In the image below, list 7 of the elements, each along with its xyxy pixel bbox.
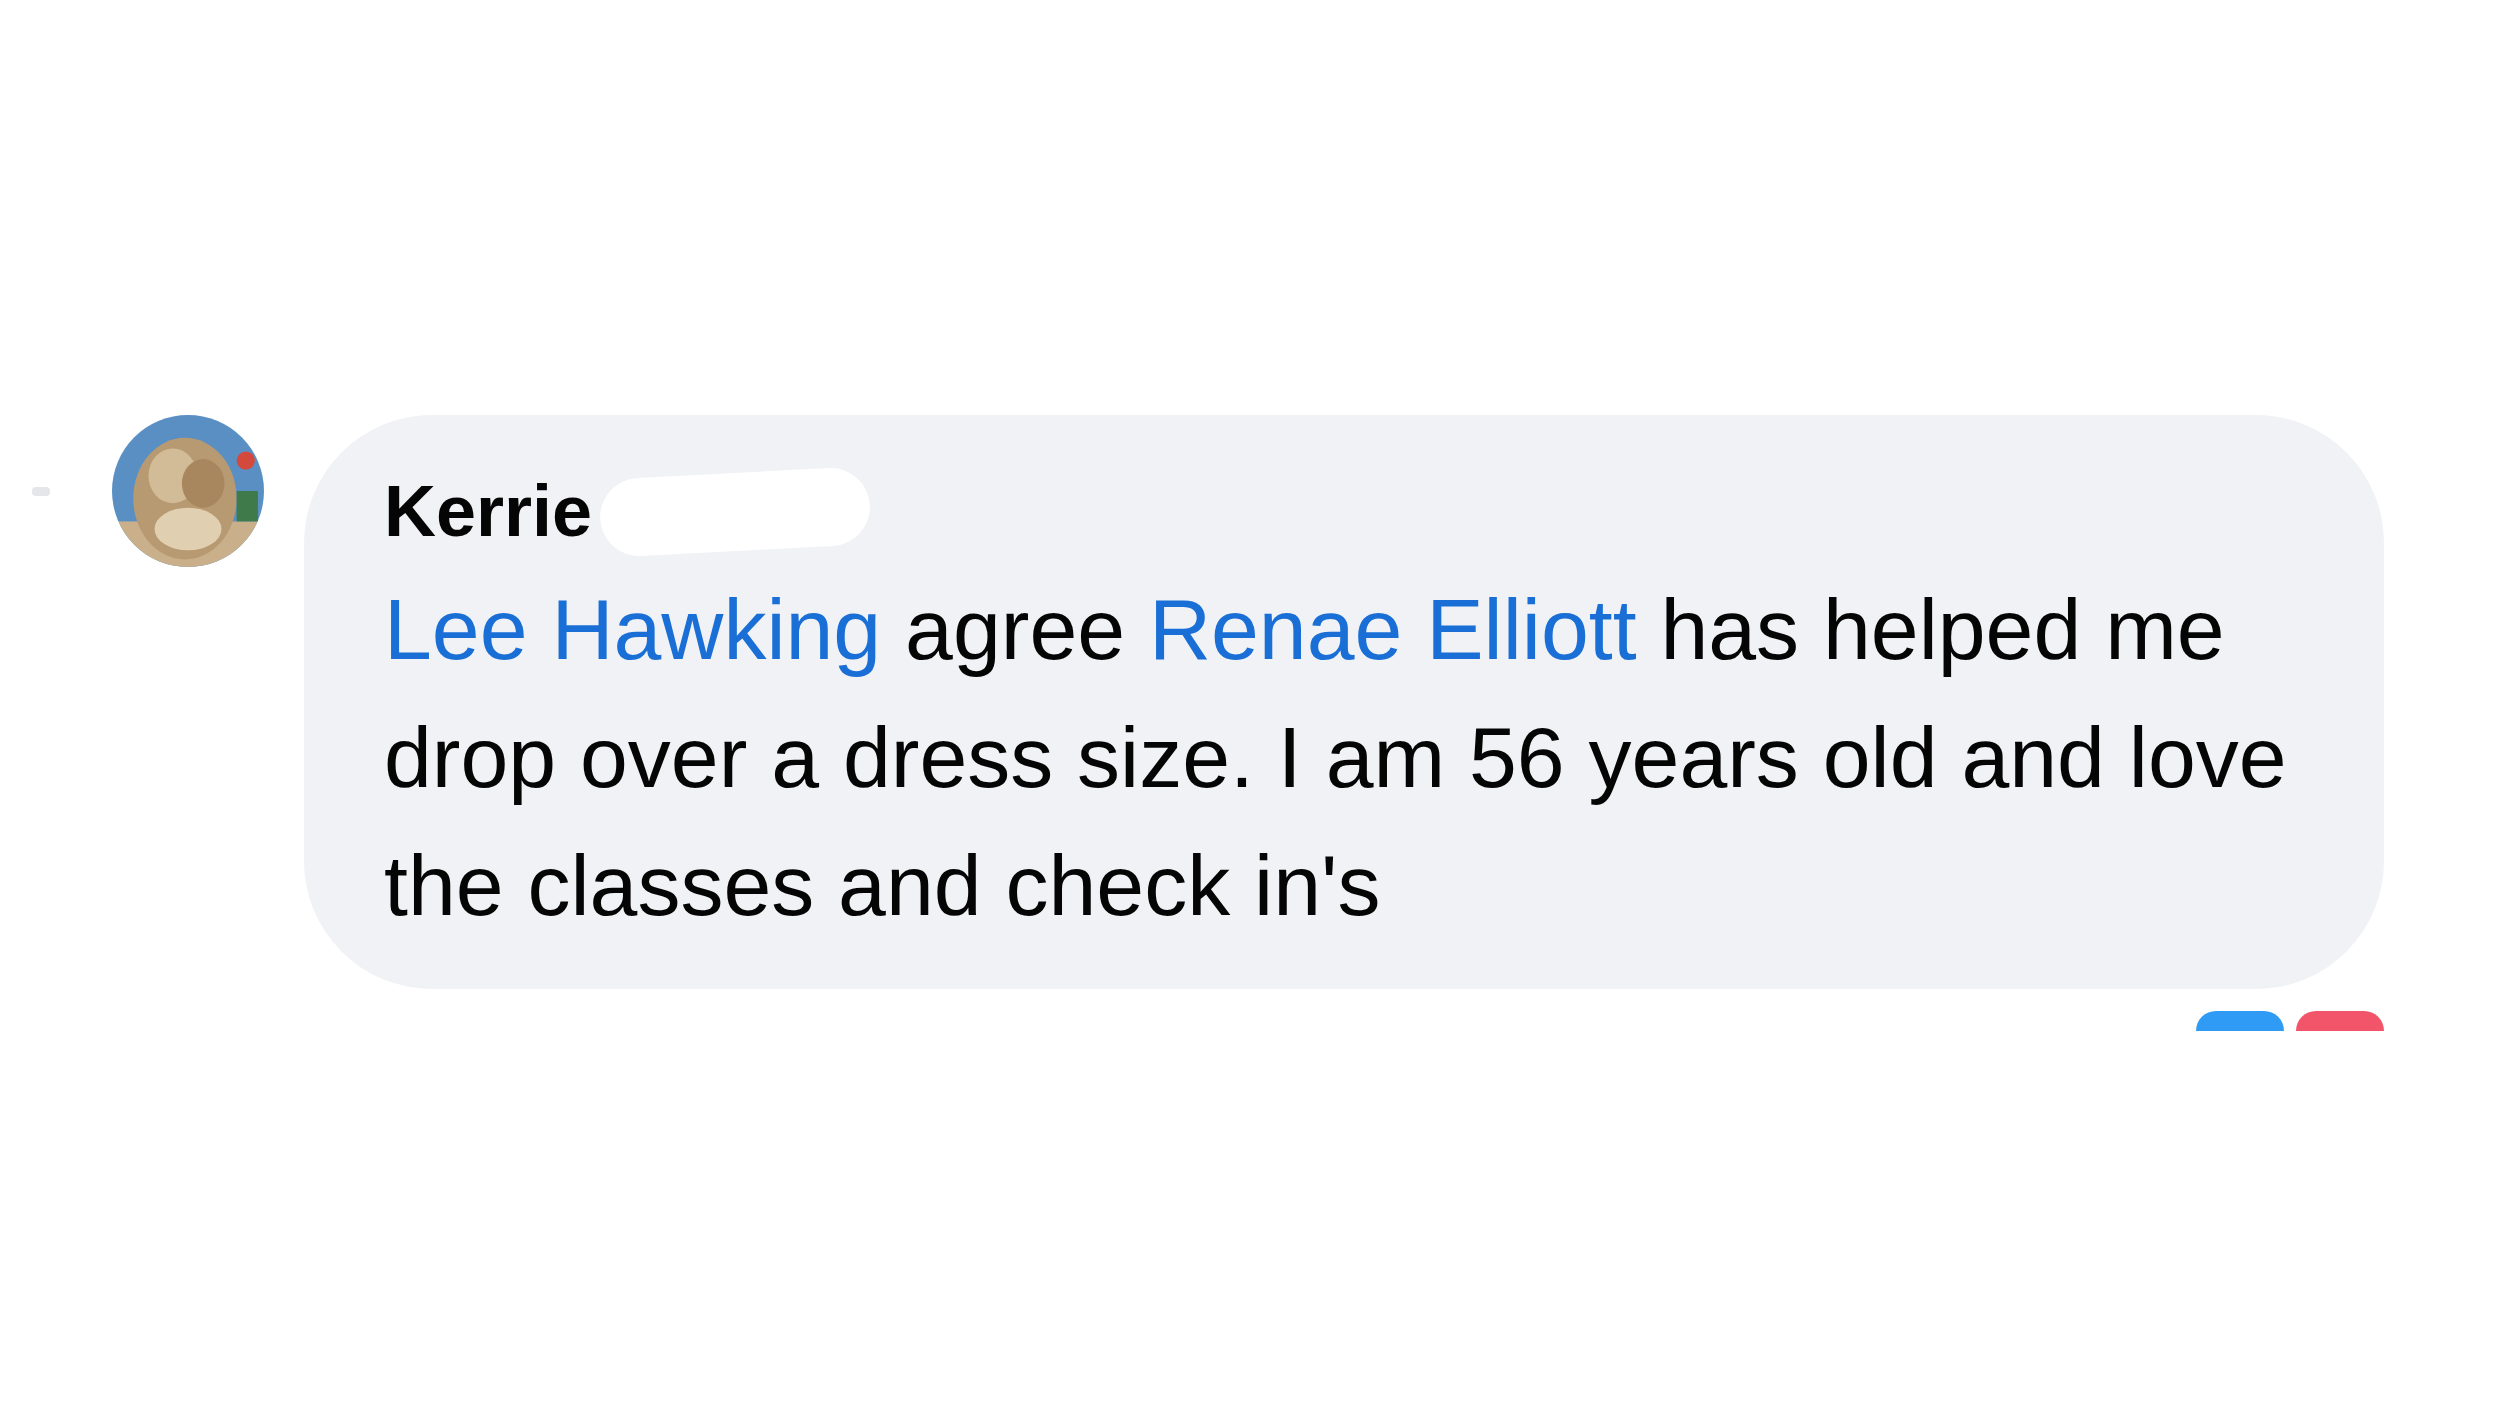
- comment-text: Lee Hawking agree Renae Elliott has helped me drop over a dress size. I am 56 years old and love the classes and check in's: [384, 579, 2288, 935]
- author-name[interactable]: Kerrie: [384, 465, 593, 559]
- like-reaction-icon: [2196, 1010, 2284, 1031]
- love-reaction-icon: [2296, 1010, 2384, 1031]
- thread-marker: [32, 487, 50, 496]
- mention-link[interactable]: Lee Hawking: [384, 580, 882, 677]
- mention-link[interactable]: Renae Elliott: [1148, 580, 1637, 677]
